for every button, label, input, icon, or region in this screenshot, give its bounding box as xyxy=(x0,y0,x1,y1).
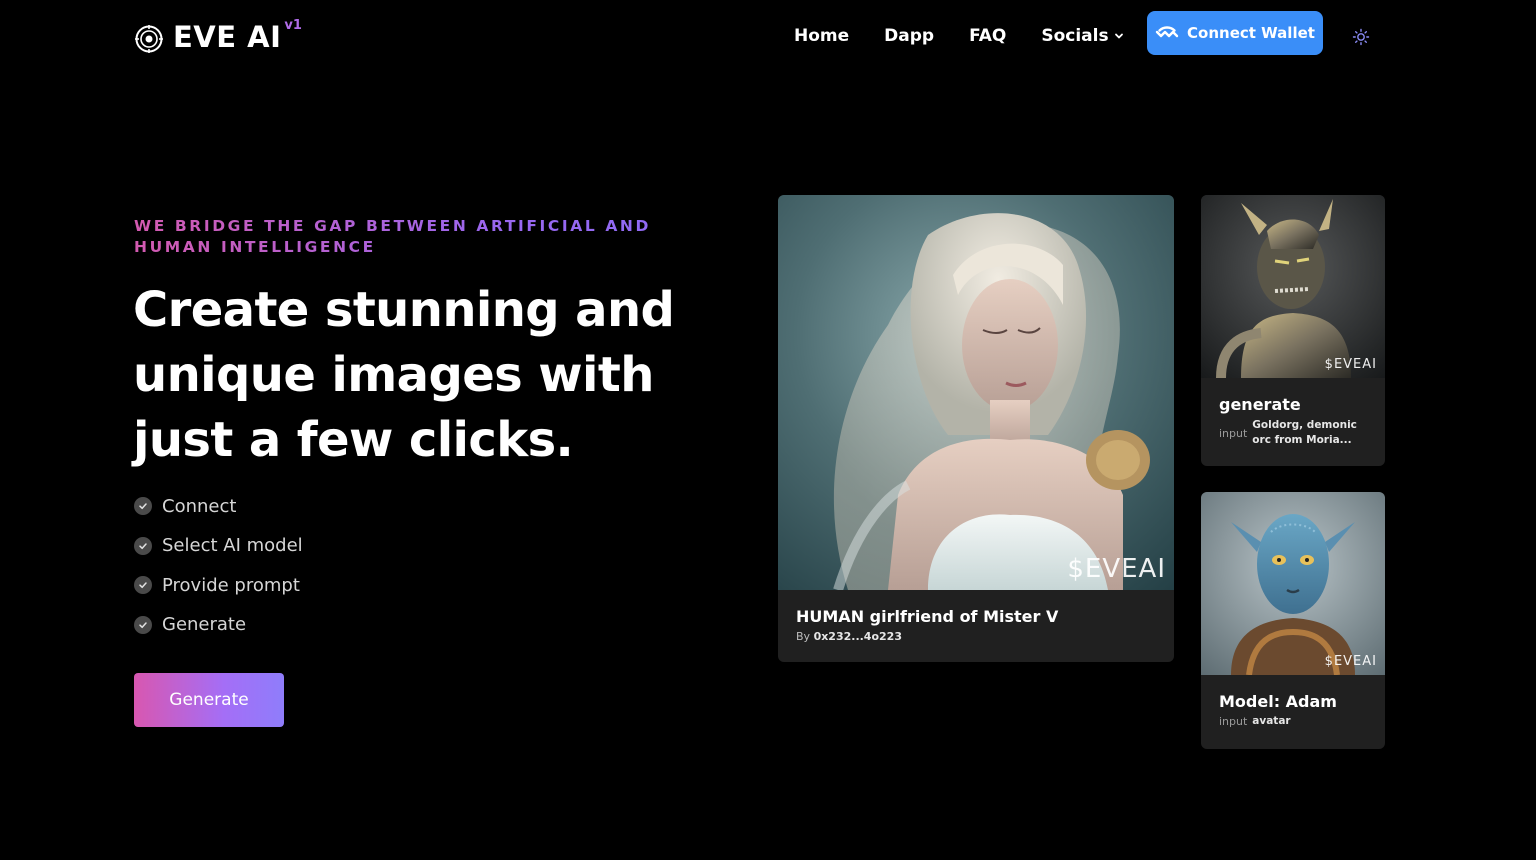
step-label: Select AI model xyxy=(162,535,303,557)
brand[interactable]: EVE AI v1 xyxy=(134,18,302,56)
step-item: Connect xyxy=(134,494,303,518)
nav-link-home[interactable]: Home xyxy=(794,24,849,48)
nav-socials-dropdown[interactable]: Socials xyxy=(1041,24,1123,48)
check-icon xyxy=(134,576,152,595)
gallery-card-orc[interactable]: $EVEAI generate input Goldorg, demonic o… xyxy=(1201,195,1385,466)
avatar-image xyxy=(1201,492,1385,675)
step-item: Provide prompt xyxy=(134,573,303,597)
nav-link-dapp[interactable]: Dapp xyxy=(884,24,934,48)
step-label: Connect xyxy=(162,495,237,517)
walletconnect-icon xyxy=(1155,26,1179,38)
check-icon xyxy=(134,497,152,515)
card-author: By 0x232...4o223 xyxy=(796,630,902,643)
step-item: Generate xyxy=(134,613,303,637)
portrait-woman-image xyxy=(778,195,1174,590)
eve-logo-icon xyxy=(135,25,163,53)
generate-button[interactable]: Generate xyxy=(134,673,284,727)
card-input: input Goldorg, demonic orc from Moria... xyxy=(1219,418,1362,448)
sun-icon[interactable] xyxy=(1352,28,1370,46)
main-nav: Home Dapp FAQ Socials xyxy=(794,24,1124,48)
step-label: Provide prompt xyxy=(162,574,300,596)
steps-list: Connect Select AI model Provide prompt G… xyxy=(134,494,303,652)
connect-wallet-button[interactable]: Connect Wallet xyxy=(1147,11,1323,55)
watermark: $EVEAI xyxy=(1067,554,1166,584)
orc-image xyxy=(1201,195,1385,378)
card-author-address: 0x232...4o223 xyxy=(813,630,902,643)
card-image: $EVEAI xyxy=(1201,492,1385,675)
card-input-value: Goldorg, demonic orc from Moria... xyxy=(1252,419,1357,446)
hero-title: Create stunning and unique images with j… xyxy=(133,282,675,468)
chevron-down-icon xyxy=(1114,33,1123,39)
card-input-label: input xyxy=(1219,426,1248,440)
nav-link-faq[interactable]: FAQ xyxy=(969,24,1006,48)
gallery-card-main[interactable]: $EVEAI HUMAN girlfriend of Mister V By 0… xyxy=(778,195,1174,662)
card-image: $EVEAI xyxy=(1201,195,1385,378)
step-label: Generate xyxy=(162,614,247,636)
card-input-label: input xyxy=(1219,715,1248,728)
brand-name: EVE AI xyxy=(173,20,282,54)
watermark: $EVEAI xyxy=(1324,654,1377,669)
site-header: EVE AI v1 Home Dapp FAQ Socials Connect … xyxy=(0,0,1536,72)
card-author-label: By xyxy=(796,630,811,643)
card-title: HUMAN girlfriend of Mister V xyxy=(796,607,1059,626)
card-image: $EVEAI xyxy=(778,195,1174,590)
card-title: generate xyxy=(1219,395,1301,414)
card-input-value: avatar xyxy=(1252,715,1291,727)
step-item: Select AI model xyxy=(134,534,303,558)
nav-socials-label: Socials xyxy=(1041,26,1109,46)
brand-version: v1 xyxy=(284,18,302,33)
watermark: $EVEAI xyxy=(1324,357,1377,372)
card-title: Model: Adam xyxy=(1219,692,1337,711)
card-input: input avatar xyxy=(1219,714,1291,729)
check-icon xyxy=(134,615,152,634)
hero-eyebrow: WE BRIDGE THE GAP BETWEEN ARTIFICIAL AND… xyxy=(134,216,734,258)
check-icon xyxy=(134,536,152,555)
connect-wallet-label: Connect Wallet xyxy=(1187,24,1315,42)
gallery-card-avatar[interactable]: $EVEAI Model: Adam input avatar xyxy=(1201,492,1385,749)
